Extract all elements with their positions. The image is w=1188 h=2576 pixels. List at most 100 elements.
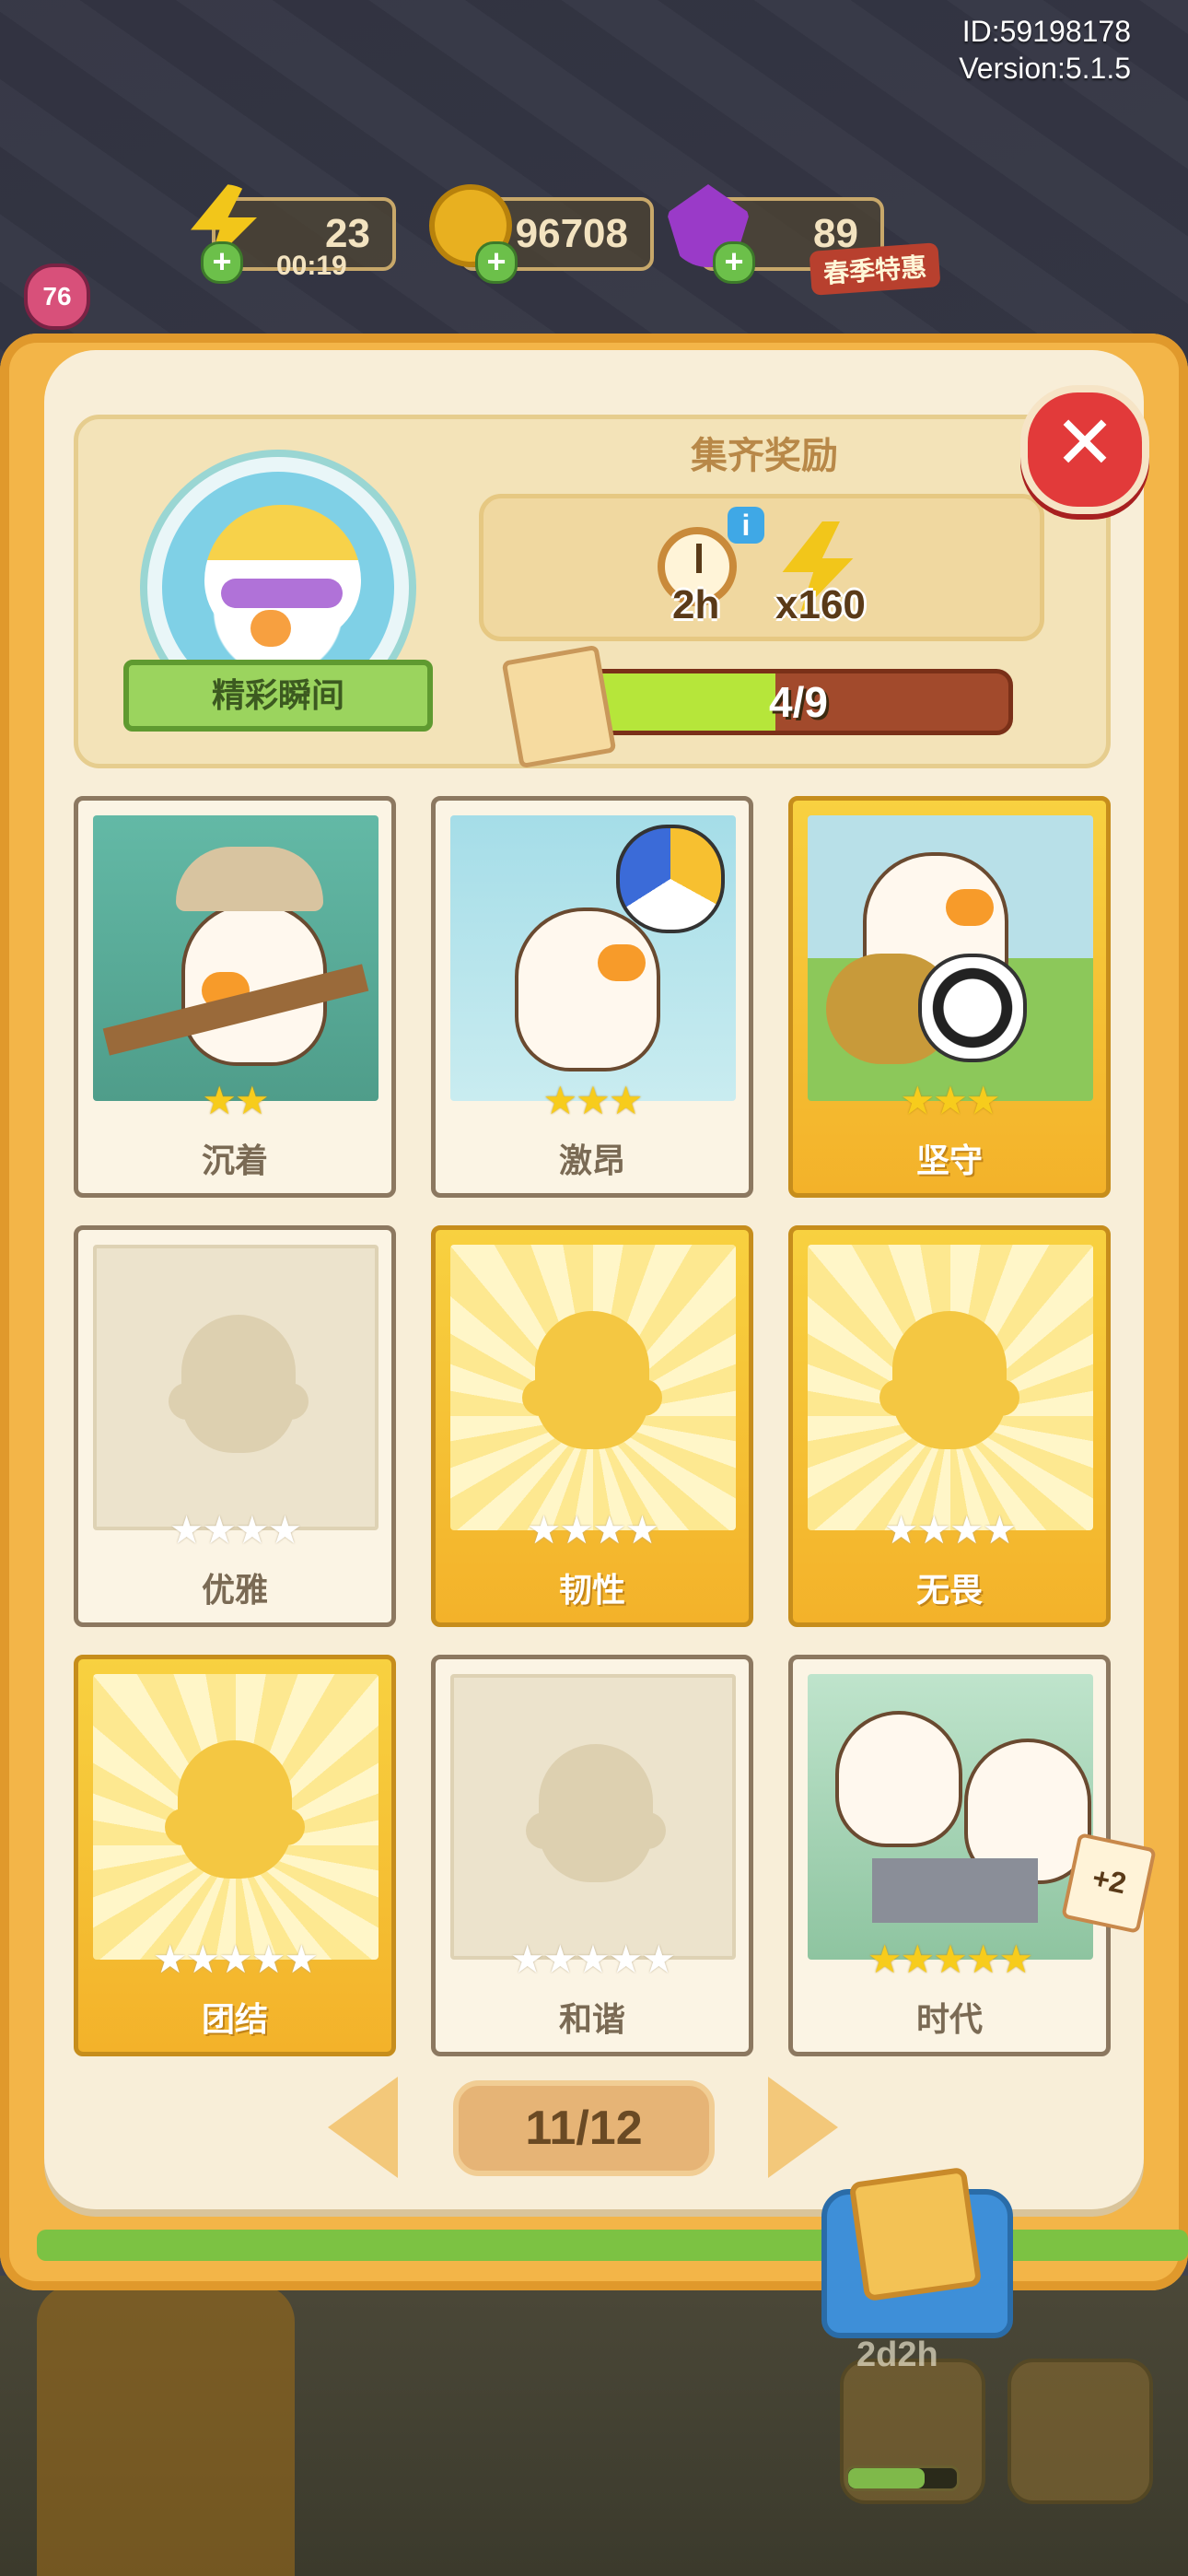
star-icon: ★ (900, 1938, 936, 1981)
card-name: 无畏 (915, 1571, 983, 1609)
hat-icon (176, 847, 323, 911)
card-4[interactable]: ★★★★ 韧性 (431, 1225, 753, 1627)
beak-icon (598, 944, 646, 981)
star-icon: ★ (218, 1938, 253, 1981)
card-stars: ★★★★★ (436, 1939, 749, 1980)
star-icon: ★ (641, 1938, 676, 1981)
star-icon: ★ (867, 1938, 903, 1981)
card-art (808, 815, 1093, 1101)
card-pack-icon (848, 2166, 983, 2302)
card-3[interactable]: ★★★★ 优雅 (74, 1225, 396, 1627)
duck-left-icon (835, 1711, 962, 1847)
star-icon: ★ (185, 1938, 221, 1981)
close-button[interactable]: ✕ (1020, 385, 1149, 514)
star-icon: ★ (900, 1079, 936, 1122)
star-icon: ★ (202, 1079, 237, 1122)
star-icon: ★ (267, 1508, 303, 1551)
reward-title: 集齐奖励 (691, 436, 838, 476)
close-icon: ✕ (1054, 402, 1116, 484)
locked-duck-silhouette-icon (169, 1315, 309, 1453)
reward-time: 2h (672, 582, 720, 627)
star-icon: ★ (284, 1938, 319, 1981)
background-bolt-icon (37, 2285, 295, 2576)
card-stars: ★★★★ (793, 1510, 1106, 1551)
podium-icon (872, 1858, 1038, 1923)
card-8[interactable]: +2 ★★★★★ 时代 (788, 1655, 1157, 2056)
star-icon: ★ (982, 1508, 1018, 1551)
background-friends-button (1007, 2359, 1153, 2504)
star-icon: ★ (235, 1079, 270, 1122)
progress-label: 4/9 (769, 678, 828, 726)
card-stars: ★★★★ (436, 1510, 749, 1551)
card-2[interactable]: ★★★ 坚守 (788, 796, 1111, 1198)
card-art (808, 1245, 1093, 1530)
level-badge[interactable]: 76 (24, 263, 90, 330)
star-icon: ★ (250, 1938, 286, 1981)
version: Version:5.1.5 (959, 52, 1131, 85)
coin-plus-button[interactable]: + (475, 241, 518, 284)
card-name: 优雅 (201, 1571, 268, 1609)
card-7[interactable]: ★★★★★ 和谐 (431, 1655, 753, 2056)
card-art (450, 1674, 736, 1960)
star-icon: ★ (933, 1079, 968, 1122)
id-version-block: ID:59198178 Version:5.1.5 (959, 13, 1131, 87)
emblem-beak-icon (250, 610, 291, 647)
info-button[interactable]: i (728, 507, 764, 544)
page-indicator: 11/12 (453, 2080, 715, 2176)
card-art (93, 1245, 379, 1530)
star-icon: ★ (235, 1508, 270, 1551)
card-stars: ★★★★★ (78, 1939, 391, 1980)
card-1[interactable]: ★★★ 激昂 (431, 796, 753, 1198)
star-icon: ★ (592, 1508, 627, 1551)
star-icon: ★ (608, 1079, 644, 1122)
star-icon: ★ (916, 1508, 951, 1551)
locked-duck-silhouette-icon (526, 1744, 666, 1882)
promo-label[interactable]: 春季特惠 (809, 242, 941, 296)
card-stars: ★★★ (436, 1081, 749, 1121)
bottom-timer: 2d2h (856, 2336, 938, 2374)
volleyball-icon (616, 825, 725, 933)
star-icon: ★ (202, 1508, 237, 1551)
locked-duck-silhouette-icon (522, 1311, 662, 1449)
energy-timer: 00:19 (276, 251, 347, 281)
card-name: 时代 (915, 2000, 983, 2038)
star-icon: ★ (509, 1938, 545, 1981)
card-name: 团结 (201, 2000, 268, 2038)
star-icon: ★ (883, 1508, 919, 1551)
beak-icon (946, 889, 994, 926)
star-icon: ★ (576, 1938, 611, 1981)
card-0[interactable]: ★★ 沉着 (74, 796, 396, 1198)
card-name: 激昂 (558, 1142, 625, 1179)
star-icon: ★ (965, 1079, 1001, 1122)
emblem-goggles-icon (221, 579, 343, 608)
reward-energy: x160 (775, 582, 866, 627)
locked-duck-silhouette-icon (165, 1740, 305, 1879)
coin-value: 96708 (515, 211, 628, 256)
star-icon: ★ (998, 1938, 1033, 1981)
card-art (450, 815, 736, 1101)
card-art (450, 1245, 736, 1530)
card-5[interactable]: ★★★★ 无畏 (788, 1225, 1111, 1627)
card-name: 坚守 (915, 1142, 983, 1179)
energy-plus-button[interactable]: + (201, 241, 243, 284)
card-stars: ★★★ (793, 1081, 1106, 1121)
emblem-ribbon: 精彩瞬间 (123, 660, 433, 732)
star-icon: ★ (542, 1079, 578, 1122)
star-icon: ★ (965, 1938, 1001, 1981)
bottom-progress-bar (845, 2465, 960, 2491)
locked-duck-silhouette-icon (879, 1311, 1019, 1449)
star-icon: ★ (152, 1938, 188, 1981)
book-binding (37, 2230, 1188, 2261)
card-art (808, 1674, 1093, 1960)
card-name: 沉着 (201, 1142, 268, 1179)
card-6[interactable]: ★★★★★ 团结 (74, 1655, 396, 2056)
star-icon: ★ (559, 1508, 594, 1551)
card-name: 和谐 (558, 2000, 625, 2038)
star-icon: ★ (542, 1938, 578, 1981)
gem-plus-button[interactable]: + (713, 241, 755, 284)
card-art (93, 815, 379, 1101)
soccer-ball-icon (918, 954, 1027, 1062)
star-icon: ★ (169, 1508, 204, 1551)
star-icon: ★ (624, 1508, 660, 1551)
star-icon: ★ (576, 1079, 611, 1122)
